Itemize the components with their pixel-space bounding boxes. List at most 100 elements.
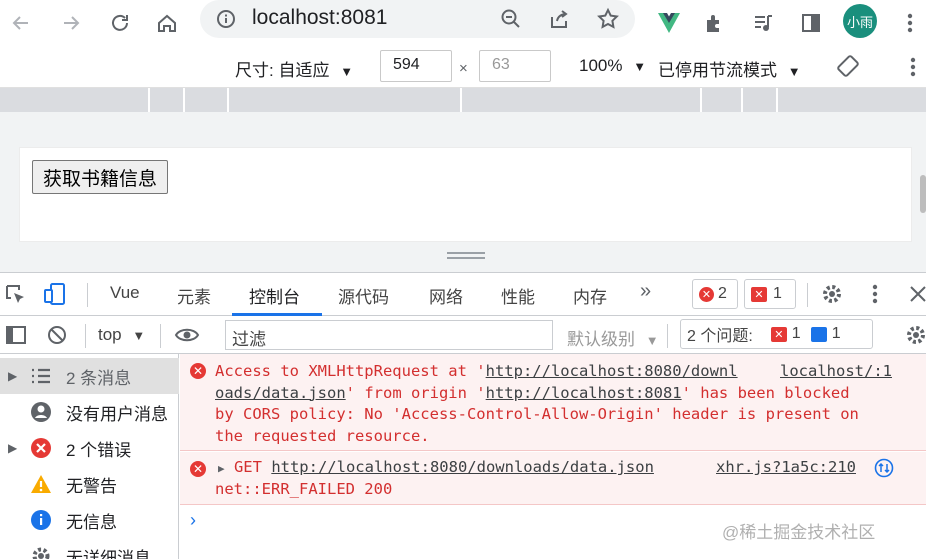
throttle-dropdown[interactable]: 已停用节流模式 ▼ [658, 56, 801, 81]
error-icon: ✕ [699, 286, 714, 302]
menu-icon[interactable] [893, 6, 926, 40]
extensions-icon[interactable] [698, 6, 732, 40]
console-prompt-icon[interactable]: › [190, 510, 196, 531]
fetch-books-button[interactable]: 获取书籍信息 [32, 160, 169, 194]
tab-memory[interactable]: 内存 [573, 283, 607, 308]
dropdown-arrow-icon: ▼ [633, 59, 647, 74]
issues-info-count: 1 [831, 325, 841, 342]
live-expression-eye-icon[interactable] [174, 323, 200, 352]
issue-error-icon: ✕ [751, 286, 767, 302]
console-network-error: ✕ ▶ GET http://localhost:8080/downloads/… [180, 452, 926, 505]
request-url-link[interactable]: http://localhost:8080/downloads/data.jso… [271, 458, 654, 476]
console-sidebar: ▶ 2 条消息 没有用户消息 ▶ 2 个错误 无警告 无信息 无详细消息 [0, 354, 179, 559]
error-count: 2 [718, 285, 727, 302]
network-request-icon[interactable] [874, 458, 894, 482]
console-settings-gear-icon[interactable] [904, 323, 926, 352]
device-mode-icon[interactable] [42, 281, 68, 312]
expand-arrow-icon: ▶ [8, 441, 18, 455]
console-error-message: ✕ Access to XMLHttpRequest at 'http://lo… [180, 354, 926, 451]
address-bar[interactable]: localhost:8081 [200, 0, 635, 38]
expand-arrow-icon: ▶ [8, 369, 18, 383]
gear-icon [30, 545, 52, 559]
source-location-link[interactable]: xhr.js?1a5c:210 [716, 457, 856, 479]
bookmark-star-icon[interactable] [596, 7, 620, 36]
watermark-text: @稀土掘金技术社区 [722, 523, 876, 542]
tab-vue[interactable]: Vue [110, 283, 140, 303]
dropdown-arrow-icon: ▼ [340, 64, 354, 79]
info-icon [30, 509, 52, 531]
side-panel-icon[interactable] [794, 6, 828, 40]
message-status: net::ERR_FAILED 200 [215, 480, 393, 498]
tab-console[interactable]: 控制台 [249, 283, 300, 308]
context-selector[interactable]: top ▼ [98, 325, 145, 345]
reload-icon[interactable] [103, 6, 137, 40]
source-location-link[interactable]: localhost/:1 [780, 361, 892, 383]
zoom-icon[interactable] [500, 8, 522, 35]
inspect-element-icon[interactable] [4, 283, 28, 312]
width-input[interactable]: 594 [380, 50, 452, 82]
error-icon: ✕ [190, 363, 206, 379]
dimensions-label: 尺寸: 自适应 [235, 61, 330, 80]
list-icon [30, 365, 52, 387]
devtools-menu-icon[interactable] [872, 283, 878, 310]
tab-performance[interactable]: 性能 [501, 283, 535, 308]
issue-count-badge[interactable]: ✕ 1 [744, 279, 796, 309]
clear-console-icon[interactable] [45, 323, 69, 352]
request-url-link[interactable]: http://localhost:8080/downl [486, 362, 738, 380]
sidebar-item-messages[interactable]: ▶ 2 条消息 [0, 358, 179, 394]
message-line: by CORS policy: No 'Access-Control-Allow… [215, 405, 859, 423]
tab-network[interactable]: 网络 [429, 283, 463, 308]
sidebar-item-label: 没有用户消息 [66, 404, 168, 424]
forward-icon[interactable] [54, 6, 88, 40]
tab-elements[interactable]: 元素 [177, 283, 211, 308]
url-text: localhost:8081 [252, 6, 388, 29]
zoom-label: 100% [579, 56, 623, 75]
log-level-dropdown[interactable]: 默认级别 ▼ [567, 325, 659, 350]
back-icon[interactable] [4, 6, 38, 40]
size-separator: × [459, 60, 468, 77]
sidebar-item-errors[interactable]: ▶ 2 个错误 [0, 430, 179, 466]
vue-devtools-icon[interactable] [652, 6, 686, 40]
expand-arrow-icon[interactable]: ▶ [218, 462, 225, 475]
home-icon[interactable] [150, 6, 184, 40]
rotate-icon[interactable] [836, 54, 860, 83]
message-line: oads/data.json' from origin 'http://loca… [215, 383, 850, 402]
close-devtools-icon[interactable] [908, 284, 926, 309]
info-icon[interactable] [216, 9, 236, 34]
dimensions-dropdown[interactable]: 尺寸: 自适应 ▼ [235, 56, 353, 81]
sidebar-item-label: 无信息 [66, 512, 117, 532]
sidebar-item-info[interactable]: 无信息 [0, 502, 179, 538]
tab-sources[interactable]: 源代码 [338, 283, 389, 308]
message-line: the requested resource. [215, 426, 430, 445]
sidebar-item-label: 无详细消息 [66, 548, 151, 559]
resize-handle[interactable] [447, 252, 485, 260]
height-input[interactable]: 63 [479, 50, 551, 82]
sidebar-toggle-icon[interactable] [4, 323, 28, 352]
warning-icon [30, 473, 52, 495]
share-icon[interactable] [548, 8, 570, 35]
profile-avatar[interactable]: 小雨 [843, 4, 877, 38]
dropdown-arrow-icon: ▼ [132, 328, 146, 343]
message-line: ▶ GET http://localhost:8080/downloads/da… [218, 457, 654, 480]
sidebar-item-warnings[interactable]: 无警告 [0, 466, 179, 502]
console-input[interactable] [205, 510, 705, 536]
sidebar-item-verbose[interactable]: 无详细消息 [0, 538, 179, 559]
page-scrollbar[interactable] [920, 175, 926, 213]
issues-label: 2 个问题: [687, 328, 753, 345]
error-count-badge[interactable]: ✕ 2 [692, 279, 738, 309]
zoom-dropdown[interactable]: 100% ▼ [579, 56, 646, 76]
console-filter-input[interactable]: 过滤 [225, 320, 553, 350]
throttle-label: 已停用节流模式 [658, 61, 777, 80]
sidebar-item-user-messages[interactable]: 没有用户消息 [0, 394, 179, 430]
request-url-link-continued[interactable]: oads/data.json [215, 384, 346, 402]
issues-button[interactable]: 2 个问题: ✕ 1 1 [680, 319, 873, 349]
settings-gear-icon[interactable] [820, 282, 844, 311]
media-query-bar[interactable] [0, 88, 926, 112]
device-menu-icon[interactable] [910, 56, 916, 83]
origin-url-link[interactable]: http://localhost:8081 [486, 384, 682, 402]
http-method: GET [233, 458, 262, 476]
more-tabs-icon[interactable]: » [640, 280, 651, 303]
message-line: Access to XMLHttpRequest at 'http://loca… [215, 362, 738, 380]
media-icon[interactable] [746, 6, 780, 40]
error-icon [30, 437, 52, 459]
